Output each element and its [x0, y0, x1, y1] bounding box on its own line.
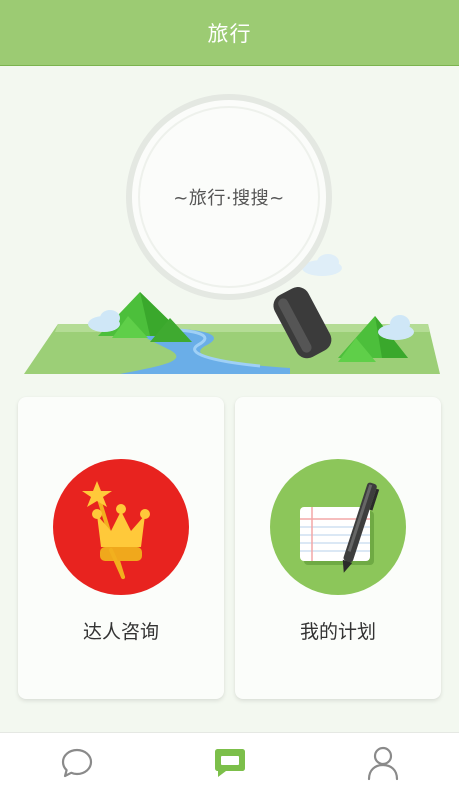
app-header: 旅行 — [0, 0, 459, 66]
nav-tab-profile[interactable] — [306, 733, 459, 792]
page-title: 旅行 — [207, 21, 252, 46]
notebook-pen-icon — [270, 459, 406, 595]
user-icon — [367, 746, 398, 780]
hero-banner: ~旅行·搜搜~ — [0, 66, 459, 386]
nav-tab-chat[interactable] — [0, 733, 153, 792]
cloud-right — [378, 315, 414, 340]
chat-bubble-icon — [61, 748, 92, 777]
my-plans-card[interactable]: 我的计划 — [235, 397, 441, 699]
app-root: 旅行 ~旅行·搜搜~ 达人咨询 我的计划 — [0, 0, 459, 792]
crown-wand-icon — [53, 459, 189, 595]
search-label: ~旅行·搜搜~ — [173, 188, 285, 209]
expert-consult-label: 达人咨询 — [82, 621, 159, 643]
search-button[interactable]: ~旅行·搜搜~ — [129, 97, 329, 297]
nav-tab-messages[interactable] — [153, 733, 306, 792]
bottom-nav — [0, 732, 459, 792]
message-square-icon — [214, 748, 245, 777]
my-plans-label: 我的计划 — [299, 621, 376, 643]
cloud-left — [88, 310, 120, 332]
expert-consult-card[interactable]: 达人咨询 — [18, 397, 224, 699]
